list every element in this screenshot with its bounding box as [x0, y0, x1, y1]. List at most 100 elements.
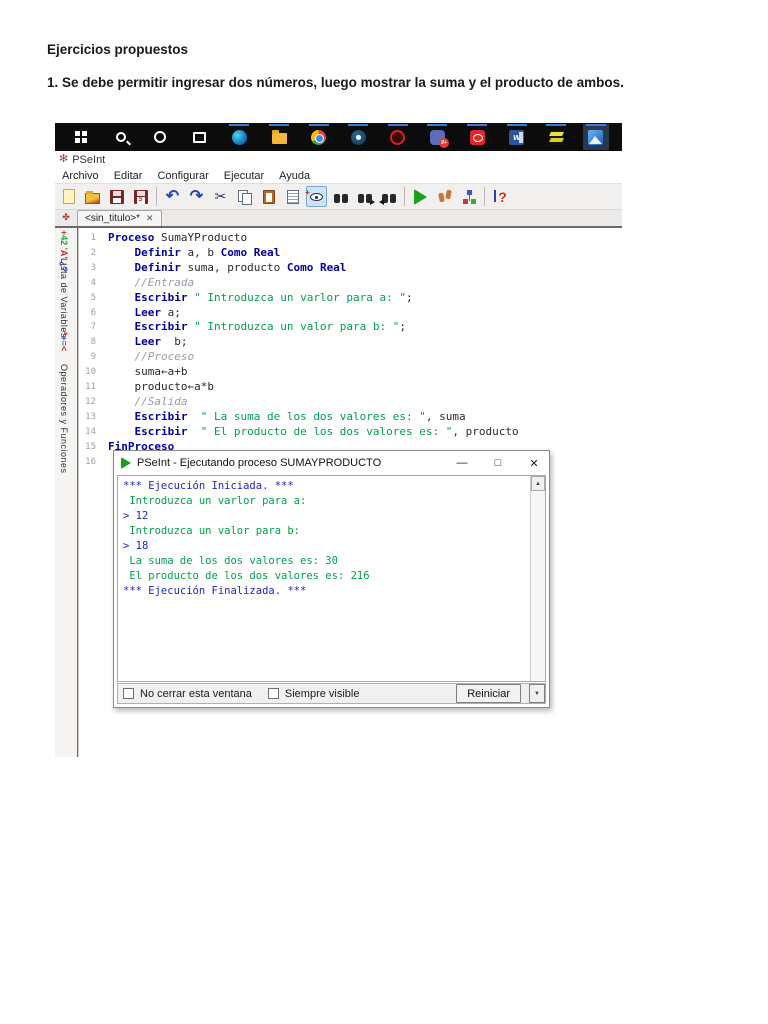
- dialog-title: PSeInt - Ejecutando proceso SUMAYPRODUCT…: [137, 457, 382, 469]
- dialog-footer: No cerrar esta ventana Siempre visible R…: [117, 683, 546, 704]
- undo-icon[interactable]: ↶: [162, 186, 183, 207]
- chrome-icon[interactable]: [306, 124, 332, 150]
- line-number: 6: [90, 307, 96, 318]
- steam-icon[interactable]: [345, 124, 371, 150]
- file-explorer-icon[interactable]: [266, 124, 292, 150]
- find-prev-icon[interactable]: [378, 186, 399, 207]
- window-titlebar: ✻ PSeInt: [55, 151, 622, 168]
- photos-icon[interactable]: [582, 124, 609, 150]
- step-run-icon[interactable]: [434, 186, 455, 207]
- console-line: *** Ejecución Finalizada. ***: [123, 585, 307, 597]
- line-number: 7: [90, 322, 96, 333]
- start-icon[interactable]: [68, 124, 94, 150]
- windows-taskbar: w: [55, 123, 622, 151]
- pseint-logo-icon: ✻: [59, 153, 69, 165]
- code-line-11[interactable]: 11 producto←a*b: [78, 380, 622, 395]
- side-panel-tabs: +42 'A' ¿? Lista de Variables *+=< Operador…: [55, 228, 77, 757]
- task-view-icon[interactable]: [187, 124, 213, 150]
- document-heading: Ejercicios propuestos: [47, 42, 189, 57]
- siempre-visible-checkbox[interactable]: [267, 688, 279, 699]
- code-line-4[interactable]: 4 //Entrada: [78, 276, 622, 291]
- code-line-10[interactable]: 10 suma←a+b: [78, 365, 622, 380]
- menu-item-editar[interactable]: Editar: [114, 170, 143, 182]
- tab-label: <sin_titulo>*: [85, 213, 141, 224]
- adobe-cc-icon[interactable]: [464, 124, 490, 150]
- code-line-2[interactable]: 2 Definir a, b Como Real: [78, 246, 622, 261]
- execution-console[interactable]: *** Ejecución Iniciada. *** Introduzca u…: [117, 475, 546, 682]
- tab-close-icon[interactable]: ✕: [146, 213, 154, 224]
- open-file-icon[interactable]: [82, 186, 103, 207]
- code-line-13[interactable]: 13 Escribir " La suma de los dos valores…: [78, 410, 622, 425]
- console-line: > 12: [123, 510, 149, 522]
- tabbar-gutter-icon: ✤: [62, 211, 70, 222]
- run-play-icon: [121, 457, 131, 469]
- find-icon[interactable]: [330, 186, 351, 207]
- toolbar-separator: [484, 187, 485, 206]
- edge-icon[interactable]: [226, 124, 252, 150]
- game-app-icon[interactable]: [543, 124, 569, 150]
- run-icon[interactable]: [410, 186, 431, 207]
- menu-bar: Archivo Editar Configurar Ejecutar Ayuda: [55, 168, 622, 183]
- edit-list-icon[interactable]: [282, 186, 303, 207]
- editor-tabbar: ✤ <sin_titulo>* ✕: [55, 210, 622, 228]
- side-tab-label-1[interactable]: Operadores y Funciones: [59, 364, 69, 474]
- redo-icon[interactable]: ↷: [186, 186, 207, 207]
- toolbar-separator: [404, 187, 405, 206]
- chat-app-icon[interactable]: [424, 124, 450, 150]
- code-line-6[interactable]: 6 Leer a;: [78, 306, 622, 321]
- cut-icon[interactable]: ✂: [210, 186, 231, 207]
- syntax-highlight-icon[interactable]: [305, 186, 327, 207]
- side-tab-icon-1[interactable]: *+=<: [59, 332, 69, 351]
- no-cerrar-checkbox[interactable]: [123, 688, 134, 699]
- console-line: El producto de los dos valores es: 216: [123, 570, 370, 582]
- dialog-titlebar[interactable]: PSeInt - Ejecutando proceso SUMAYPRODUCT…: [114, 451, 549, 475]
- code-line-8[interactable]: 8 Leer b;: [78, 335, 622, 350]
- search-icon[interactable]: [108, 124, 134, 150]
- window-title: PSeInt: [72, 153, 106, 166]
- close-button[interactable]: ✕: [519, 452, 549, 474]
- exercise-text: 1. Se debe permitir ingresar dos números…: [47, 75, 624, 90]
- code-line-5[interactable]: 5 Escribir " Introduzca un varlor para a…: [78, 291, 622, 306]
- line-number: 4: [90, 277, 96, 288]
- console-scrollbar[interactable]: ▲: [530, 476, 545, 681]
- save-as-icon[interactable]: [130, 186, 151, 207]
- line-number: 12: [85, 396, 96, 407]
- menu-item-archivo[interactable]: Archivo: [62, 170, 99, 182]
- code-line-14[interactable]: 14 Escribir " El producto de los dos val…: [78, 425, 622, 440]
- red-app-icon[interactable]: [385, 124, 411, 150]
- line-number: 5: [90, 292, 96, 303]
- new-file-icon[interactable]: [58, 186, 79, 207]
- menu-item-ejecutar[interactable]: Ejecutar: [224, 170, 264, 182]
- draw-flowchart-icon[interactable]: [458, 186, 479, 207]
- paste-icon[interactable]: [258, 186, 279, 207]
- code-line-12[interactable]: 12 //Salida: [78, 395, 622, 410]
- scroll-up-icon[interactable]: ▲: [531, 476, 545, 491]
- cortana-icon[interactable]: [147, 124, 173, 150]
- side-tab-label-0[interactable]: Lista de Variables: [59, 258, 69, 338]
- line-number: 10: [85, 367, 96, 378]
- copy-icon[interactable]: [234, 186, 255, 207]
- code-line-1[interactable]: 1 Proceso SumaYProducto: [78, 231, 622, 246]
- console-line: Introduzca un valor para b:: [123, 525, 301, 537]
- word-icon[interactable]: w: [504, 124, 530, 150]
- reiniciar-button[interactable]: Reiniciar: [456, 684, 521, 703]
- line-number: 1: [90, 233, 96, 243]
- menu-item-ayuda[interactable]: Ayuda: [279, 170, 310, 182]
- line-number: 11: [85, 382, 96, 393]
- minimize-button[interactable]: —: [447, 452, 477, 474]
- tab-sin-titulo[interactable]: <sin_titulo>* ✕: [77, 210, 162, 226]
- save-icon[interactable]: [106, 186, 127, 207]
- menu-item-configurar[interactable]: Configurar: [157, 170, 208, 182]
- console-line: Introduzca un varlor para a:: [123, 495, 307, 507]
- code-line-7[interactable]: 7 Escribir " Introduzca un valor para b:…: [78, 320, 622, 335]
- help-icon[interactable]: ?: [490, 186, 511, 207]
- scroll-down-icon[interactable]: ▼: [529, 684, 545, 703]
- code-line-9[interactable]: 9 //Proceso: [78, 350, 622, 365]
- line-number: 2: [90, 247, 96, 258]
- siempre-visible-label: Siempre visible: [284, 687, 360, 700]
- console-line: > 18: [123, 540, 149, 552]
- console-line: *** Ejecución Iniciada. ***: [123, 480, 294, 492]
- maximize-button[interactable]: □: [483, 452, 513, 474]
- find-next-icon[interactable]: [354, 186, 375, 207]
- code-line-3[interactable]: 3 Definir suma, producto Como Real: [78, 261, 622, 276]
